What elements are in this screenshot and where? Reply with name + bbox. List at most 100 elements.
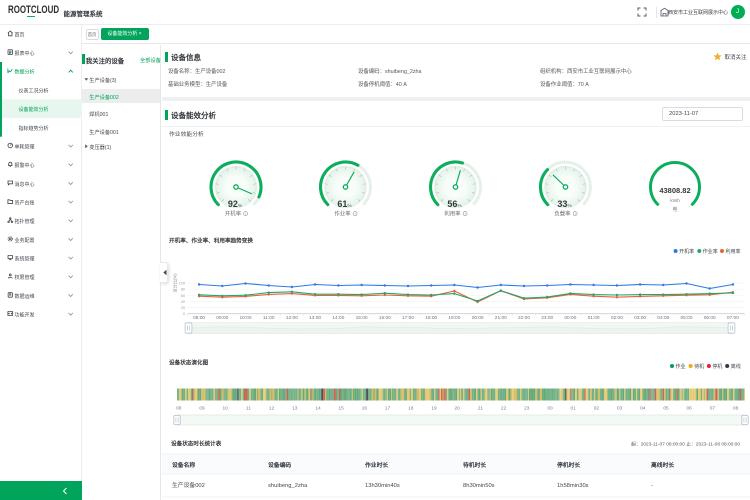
svg-text:设备编码: 设备编码 <box>268 461 291 469</box>
svg-text:作业率: 作业率 <box>703 248 718 255</box>
svg-text:生产设备002: 生产设备002 <box>172 481 205 489</box>
svg-text:15: 15 <box>339 406 345 412</box>
svg-text:1h58min30s: 1h58min30s <box>557 483 589 489</box>
svg-text:停机: 停机 <box>712 363 722 370</box>
svg-text:17:00: 17:00 <box>402 315 414 321</box>
svg-text:00: 00 <box>547 406 553 412</box>
svg-text:05: 05 <box>663 406 669 412</box>
svg-text:数据分析: 数据分析 <box>15 69 35 76</box>
svg-text:14: 14 <box>315 406 321 412</box>
svg-text:13: 13 <box>292 406 298 412</box>
svg-text:首页: 首页 <box>15 31 25 38</box>
svg-text:19: 19 <box>431 406 437 412</box>
svg-text:设备状态时长统计表: 设备状态时长统计表 <box>171 439 222 447</box>
svg-text:8h30min50s: 8h30min50s <box>463 483 495 489</box>
svg-text:04: 04 <box>640 406 646 412</box>
svg-text:02:00: 02:00 <box>611 315 623 321</box>
svg-text:待机: 待机 <box>694 363 704 370</box>
svg-text:设备名称: 设备名称 <box>172 461 195 469</box>
svg-text:07:00: 07:00 <box>727 315 739 321</box>
svg-text:利用率: 利用率 <box>726 248 741 255</box>
svg-text:01: 01 <box>571 406 577 412</box>
svg-text:作业率: 作业率 <box>334 210 351 218</box>
svg-text:21: 21 <box>478 406 484 412</box>
svg-text:kWh: kWh <box>670 198 680 204</box>
svg-text:-: - <box>651 483 653 489</box>
svg-text:03: 03 <box>617 406 623 412</box>
svg-text:报表中心: 报表中心 <box>15 50 35 57</box>
svg-text:18: 18 <box>408 406 414 412</box>
svg-text:21:00: 21:00 <box>495 315 507 321</box>
svg-text:09: 09 <box>199 406 205 412</box>
svg-text:离线时长: 离线时长 <box>651 461 674 469</box>
svg-text:0: 0 <box>183 312 185 316</box>
svg-text:10: 10 <box>223 406 229 412</box>
svg-text:04:00: 04:00 <box>657 315 669 321</box>
svg-text:12: 12 <box>269 406 275 412</box>
svg-text:40: 40 <box>181 300 185 304</box>
svg-text:停机时长: 停机时长 <box>557 461 580 469</box>
svg-text:11:00: 11:00 <box>263 315 275 321</box>
svg-text:16: 16 <box>362 406 368 412</box>
svg-text:离线: 离线 <box>731 363 741 370</box>
svg-text:单耗管理: 单耗管理 <box>15 143 35 150</box>
svg-text:17: 17 <box>385 406 391 412</box>
svg-text:43808.82: 43808.82 <box>659 186 690 195</box>
svg-text:18:00: 18:00 <box>425 315 437 321</box>
svg-text:23: 23 <box>524 406 530 412</box>
svg-text:08:00: 08:00 <box>193 315 205 321</box>
svg-text:02: 02 <box>594 406 600 412</box>
svg-text:16:00: 16:00 <box>379 315 391 321</box>
svg-text:22:00: 22:00 <box>518 315 530 321</box>
svg-text:利用率: 利用率 <box>444 210 461 218</box>
svg-text:消息中心: 消息中心 <box>15 181 35 188</box>
svg-text:03:00: 03:00 <box>634 315 646 321</box>
svg-text:百分比(%): 百分比(%) <box>172 273 179 293</box>
svg-text:10:00: 10:00 <box>239 315 251 321</box>
svg-text:80: 80 <box>181 288 185 292</box>
svg-text:20: 20 <box>455 406 461 412</box>
svg-text:13h30min40s: 13h30min40s <box>365 483 400 489</box>
svg-text:数据运维: 数据运维 <box>15 293 35 300</box>
svg-text:拓扑管理: 拓扑管理 <box>15 218 35 225</box>
svg-text:待机时长: 待机时长 <box>463 461 486 469</box>
svg-text:资产台账: 资产台账 <box>15 199 35 206</box>
svg-text:作业: 作业 <box>676 363 686 370</box>
svg-text:22: 22 <box>501 406 507 412</box>
svg-text:开机率、作业率、利用率趋势变换: 开机率、作业率、利用率趋势变换 <box>169 236 253 244</box>
svg-text:负载率: 负载率 <box>554 210 571 218</box>
svg-text:06: 06 <box>687 406 693 412</box>
svg-text:00:00: 00:00 <box>564 315 576 321</box>
svg-text:60: 60 <box>181 294 185 298</box>
svg-text:07: 07 <box>710 406 716 412</box>
svg-text:100: 100 <box>179 282 185 286</box>
svg-text:11: 11 <box>246 406 251 412</box>
svg-text:08: 08 <box>733 406 739 412</box>
svg-text:系统管理: 系统管理 <box>15 255 35 262</box>
svg-text:20:00: 20:00 <box>472 315 484 321</box>
svg-text:12:00: 12:00 <box>286 315 298 321</box>
svg-text:指标趋势分析: 指标趋势分析 <box>19 125 49 132</box>
svg-text:作业时长: 作业时长 <box>365 461 388 469</box>
svg-text:01:00: 01:00 <box>588 315 600 321</box>
svg-text:23:00: 23:00 <box>541 315 553 321</box>
svg-text:08: 08 <box>176 406 182 412</box>
svg-text:设备能效分析: 设备能效分析 <box>19 106 49 113</box>
svg-text:09:00: 09:00 <box>216 315 228 321</box>
svg-text:shuibeng_2zha: shuibeng_2zha <box>268 483 308 489</box>
svg-text:13:00: 13:00 <box>309 315 321 321</box>
svg-text:20: 20 <box>181 306 185 310</box>
svg-text:设备状态演化图: 设备状态演化图 <box>169 358 209 366</box>
svg-text:06:00: 06:00 <box>704 315 716 321</box>
svg-text:开机率: 开机率 <box>225 210 242 218</box>
svg-text:05:00: 05:00 <box>680 315 692 321</box>
svg-text:权限管理: 权限管理 <box>15 274 35 281</box>
svg-text:电: 电 <box>672 206 677 213</box>
svg-text:15:00: 15:00 <box>356 315 368 321</box>
svg-text:仪表工况分析: 仪表工况分析 <box>19 87 49 94</box>
svg-text:报警中心: 报警中心 <box>15 162 35 169</box>
svg-text:14:00: 14:00 <box>332 315 344 321</box>
svg-text:起：2023-11-07 08:00:00 止：2023-: 起：2023-11-07 08:00:00 止：2023-11-08 08:00… <box>631 440 740 447</box>
svg-text:业务配置: 业务配置 <box>15 237 35 244</box>
svg-text:开机率: 开机率 <box>679 248 694 255</box>
